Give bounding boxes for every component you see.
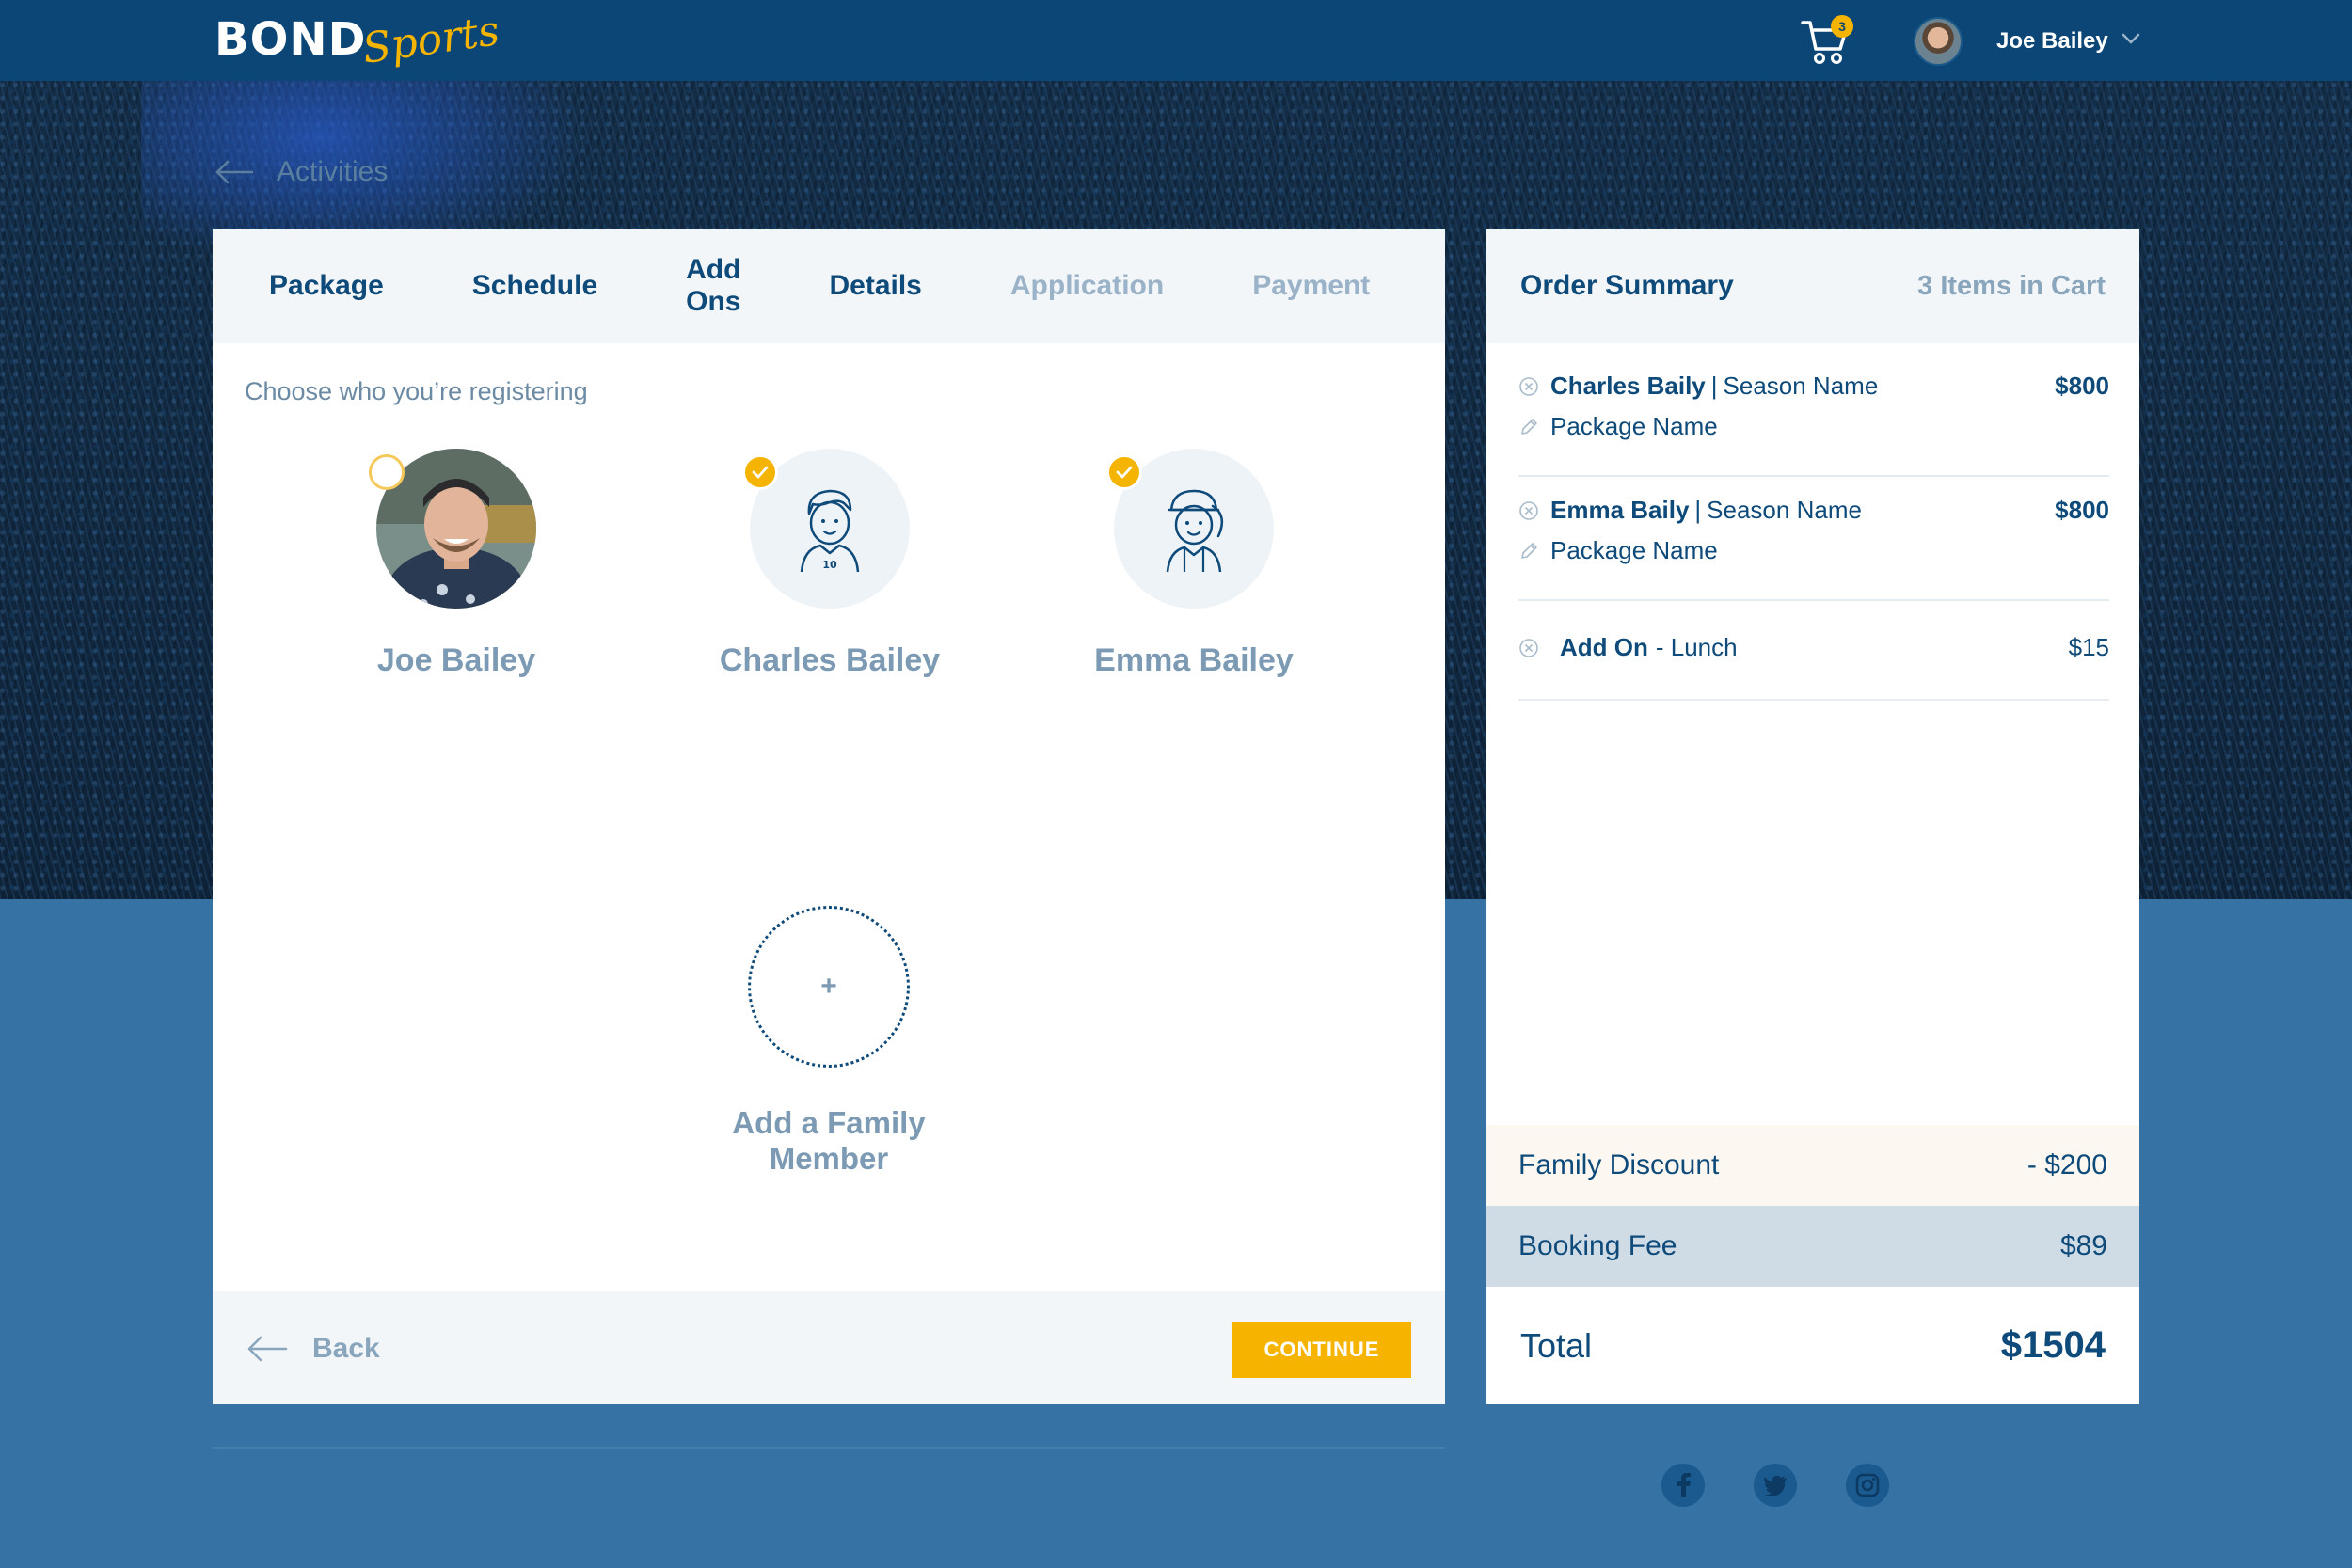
member-avatar[interactable] bbox=[1106, 449, 1274, 609]
user-avatar[interactable] bbox=[1914, 17, 1963, 66]
order-addon-item: Add On - Lunch $15 bbox=[1518, 633, 2109, 701]
bond-sports-logo[interactable]: BOND Sports bbox=[215, 7, 502, 73]
member-select-check[interactable] bbox=[1106, 454, 1142, 490]
member-avatar[interactable] bbox=[369, 449, 536, 609]
arrow-left-icon bbox=[247, 1336, 288, 1362]
fee-value: $89 bbox=[2059, 1230, 2107, 1261]
order-item-price: $800 bbox=[2055, 496, 2109, 524]
cart-button[interactable]: 3 bbox=[1799, 15, 1853, 68]
plus-icon: + bbox=[820, 971, 837, 1002]
choose-prompt: Choose who you’re registering bbox=[245, 377, 588, 405]
total-label: Total bbox=[1520, 1325, 1593, 1365]
add-member-label: Add a Family Member bbox=[732, 1105, 926, 1176]
remove-icon[interactable] bbox=[1518, 500, 1550, 521]
svg-text:10: 10 bbox=[822, 559, 837, 571]
cart-items-count: 3 Items in Cart bbox=[1917, 270, 2106, 301]
order-summary-header: Order Summary 3 Items in Cart bbox=[1486, 229, 2139, 343]
member-avatar[interactable]: 10 bbox=[742, 449, 910, 609]
order-item-season: Season Name bbox=[1723, 372, 1879, 400]
boy-player-icon: 10 bbox=[800, 489, 860, 573]
arrow-left-icon bbox=[215, 160, 254, 184]
order-item-package: Package Name bbox=[1550, 412, 1718, 440]
order-summary-title: Order Summary bbox=[1520, 270, 1734, 301]
member-card-joe[interactable]: Joe Bailey bbox=[315, 449, 597, 679]
order-item-name: Emma Baily bbox=[1550, 496, 1690, 524]
social-links bbox=[1661, 1464, 1938, 1507]
order-item-separator: | bbox=[1694, 496, 1702, 524]
order-item-price: $800 bbox=[2055, 372, 2109, 400]
order-item: Emma Baily | Season Name $800 Package Na… bbox=[1518, 496, 2109, 601]
continue-button[interactable]: CONTINUE bbox=[1232, 1322, 1411, 1378]
logo-sports-text: Sports bbox=[359, 6, 503, 73]
cart-count-badge: 3 bbox=[1831, 15, 1853, 38]
addon-name: Add On bbox=[1560, 633, 1648, 661]
discount-label: Family Discount bbox=[1518, 1149, 1720, 1180]
top-bar: BOND Sports 3 Joe Bailey bbox=[0, 0, 2352, 81]
breadcrumb-label: Activities bbox=[277, 156, 389, 187]
step-add-ons[interactable]: Add Ons bbox=[686, 254, 740, 318]
panel-footer: Back CONTINUE bbox=[213, 1291, 1445, 1404]
discount-value: - $200 bbox=[2026, 1149, 2107, 1180]
member-name: Joe Bailey bbox=[376, 642, 536, 678]
step-payment: Payment bbox=[1252, 270, 1371, 301]
footer-divider bbox=[213, 1447, 1445, 1449]
step-schedule[interactable]: Schedule bbox=[472, 270, 597, 302]
remove-icon[interactable] bbox=[1518, 376, 1550, 397]
check-icon bbox=[1116, 466, 1133, 479]
order-item-main-row: Emma Baily | Season Name $800 bbox=[1518, 496, 2109, 525]
addon-detail: - Lunch bbox=[1655, 633, 1738, 661]
order-item-package: Package Name bbox=[1550, 536, 1718, 564]
member-name: Charles Bailey bbox=[719, 642, 941, 678]
girl-player-icon bbox=[1166, 489, 1224, 573]
check-icon bbox=[752, 466, 769, 479]
order-item-season: Season Name bbox=[1707, 496, 1862, 524]
addon-price: $15 bbox=[2068, 633, 2109, 661]
breadcrumb-activities[interactable]: Activities bbox=[215, 156, 388, 188]
registration-panel: Package Schedule Add Ons Details Applica… bbox=[213, 229, 1445, 1404]
twitter-icon[interactable] bbox=[1754, 1464, 1797, 1507]
member-select-check[interactable] bbox=[742, 454, 778, 490]
step-tabs: Package Schedule Add Ons Details Applica… bbox=[213, 229, 1445, 343]
back-label: Back bbox=[312, 1333, 380, 1364]
remove-icon[interactable] bbox=[1518, 638, 1550, 658]
total-value: $1504 bbox=[2000, 1324, 2106, 1366]
add-member-button[interactable]: + bbox=[748, 906, 910, 1068]
add-family-member[interactable]: + Add a Family Member bbox=[688, 906, 970, 1177]
order-item-main-row: Charles Baily | Season Name $800 bbox=[1518, 372, 2109, 401]
order-item: Charles Baily | Season Name $800 Package… bbox=[1518, 372, 2109, 477]
back-button[interactable]: Back bbox=[246, 1333, 380, 1365]
order-addon-row: Add On - Lunch $15 bbox=[1518, 633, 2109, 662]
member-card-charles[interactable]: 10 Charles Bailey bbox=[689, 449, 971, 679]
step-package[interactable]: Package bbox=[269, 270, 384, 302]
member-card-emma[interactable]: Emma Bailey bbox=[1053, 449, 1335, 679]
member-name: Emma Bailey bbox=[1094, 642, 1294, 678]
order-item-separator: | bbox=[1710, 372, 1718, 400]
step-details[interactable]: Details bbox=[829, 270, 921, 302]
chevron-down-icon[interactable] bbox=[2121, 28, 2141, 49]
facebook-icon[interactable] bbox=[1661, 1464, 1705, 1507]
order-item-sub-row: Package Name bbox=[1518, 536, 2109, 565]
logo-bond-text: BOND bbox=[215, 13, 367, 66]
family-discount-row: Family Discount - $200 bbox=[1486, 1125, 2139, 1206]
edit-pencil-icon[interactable] bbox=[1518, 417, 1550, 437]
booking-fee-row: Booking Fee $89 bbox=[1486, 1206, 2139, 1287]
user-name[interactable]: Joe Bailey bbox=[1996, 28, 2108, 55]
order-summary-panel: Order Summary 3 Items in Cart Charles Ba… bbox=[1486, 229, 2139, 1404]
fee-label: Booking Fee bbox=[1518, 1230, 1677, 1261]
total-row: Total $1504 bbox=[1486, 1287, 2139, 1404]
order-item-sub-row: Package Name bbox=[1518, 412, 2109, 441]
edit-pencil-icon[interactable] bbox=[1518, 541, 1550, 562]
step-application: Application bbox=[1009, 270, 1165, 301]
order-item-name: Charles Baily bbox=[1550, 372, 1706, 400]
instagram-icon[interactable] bbox=[1846, 1464, 1889, 1507]
member-select-radio[interactable] bbox=[369, 454, 405, 490]
